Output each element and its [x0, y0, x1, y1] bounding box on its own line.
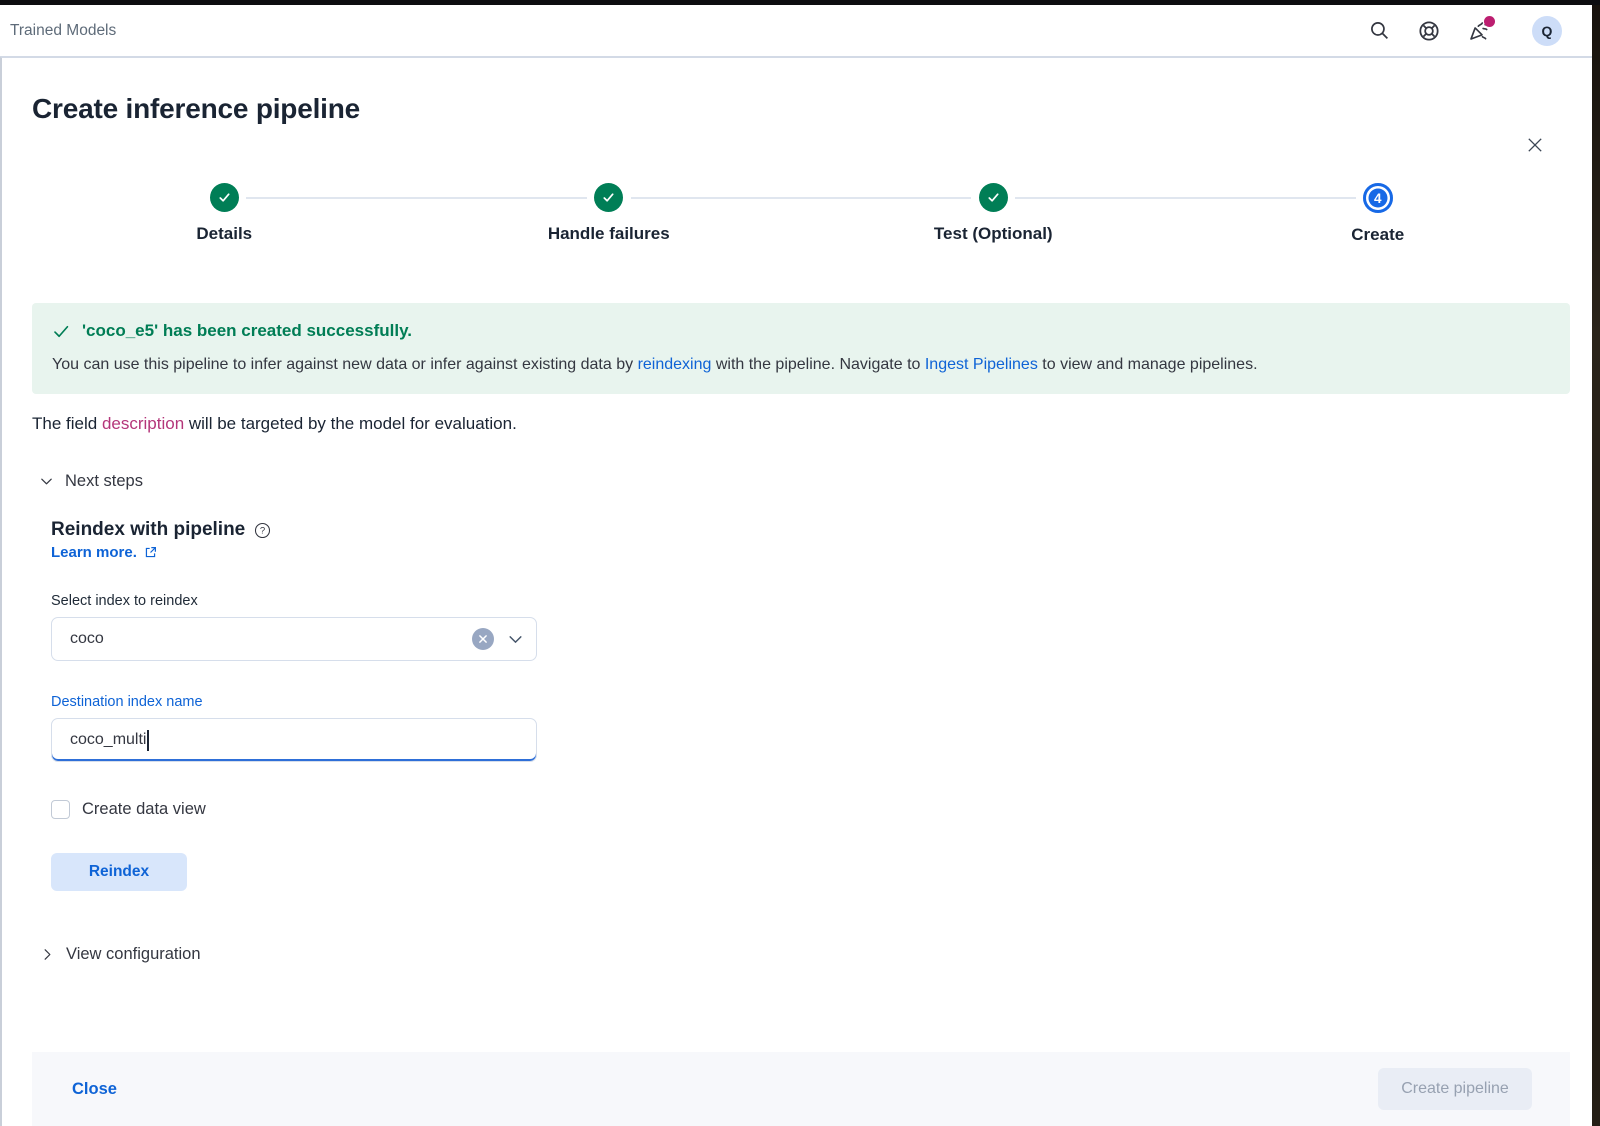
reindex-heading: Reindex with pipeline: [51, 519, 246, 540]
step-label: Test (Optional): [933, 224, 1053, 243]
target-field-name: description: [101, 414, 185, 433]
flyout-body: Create inference pipeline Details Handle…: [2, 58, 1600, 1126]
step-complete-icon: [209, 183, 239, 212]
create-inference-pipeline-flyout: Create inference pipeline Details Handle…: [0, 57, 1600, 1126]
step-create[interactable]: 4 Create: [1185, 183, 1571, 245]
next-steps-label: Next steps: [65, 472, 143, 490]
destination-index-input[interactable]: coco_multi: [51, 718, 537, 762]
create-data-view-row[interactable]: Create data view: [51, 800, 1570, 819]
create-pipeline-button[interactable]: Create pipeline: [1378, 1068, 1532, 1110]
ingest-pipelines-link[interactable]: Ingest Pipelines: [925, 356, 1038, 373]
learn-more-label: Learn more.: [51, 544, 137, 561]
reindex-section: Reindex with pipeline ? Learn more. Sele…: [51, 491, 1570, 891]
check-icon: [54, 325, 69, 337]
reindex-heading-row: Reindex with pipeline ?: [51, 519, 1570, 541]
callout-text: You can use this pipeline to infer again…: [52, 356, 638, 373]
search-icon[interactable]: [1368, 20, 1390, 42]
help-icon[interactable]: [1418, 20, 1440, 42]
target-text: The field: [32, 414, 102, 433]
step-test-optional[interactable]: Test (Optional): [801, 183, 1186, 245]
create-data-view-checkbox[interactable]: [51, 800, 70, 819]
callout-title-row: 'coco_e5' has been created successfully.: [52, 321, 1550, 341]
view-configuration-label: View configuration: [66, 945, 201, 963]
step-current-icon: 4: [1362, 183, 1393, 213]
chevron-down-icon: [41, 478, 52, 485]
view-configuration-accordion[interactable]: View configuration: [32, 945, 1570, 964]
target-text: will be targeted by the model for evalua…: [184, 414, 517, 433]
step-label: Handle failures: [547, 224, 670, 243]
select-index-label: Select index to reindex: [51, 593, 198, 609]
step-label: Create: [1351, 225, 1405, 244]
destination-index-value: coco_multi: [70, 731, 147, 748]
reindexing-link[interactable]: reindexing: [638, 356, 712, 373]
step-label: Details: [196, 224, 253, 243]
source-index-combobox[interactable]: coco: [51, 617, 537, 661]
target-field-text: The field description will be targeted b…: [32, 414, 1570, 434]
clear-selection-icon[interactable]: [472, 628, 494, 650]
combobox-selected-value: coco: [70, 630, 104, 647]
app-header: Trained Models Q: [0, 5, 1600, 57]
newsfeed-icon[interactable]: [1468, 15, 1495, 42]
destination-index-label: Destination index name: [51, 694, 203, 710]
svg-text:?: ?: [260, 525, 265, 536]
learn-more-link[interactable]: Learn more.: [51, 544, 157, 561]
external-link-icon: [145, 547, 156, 558]
chevron-right-icon: [44, 949, 51, 960]
step-handle-failures[interactable]: Handle failures: [416, 183, 802, 245]
callout-body: You can use this pipeline to infer again…: [52, 354, 1550, 376]
reindex-button[interactable]: Reindex: [51, 853, 187, 891]
avatar[interactable]: Q: [1532, 15, 1562, 46]
step-complete-icon: [978, 183, 1008, 212]
success-callout: 'coco_e5' has been created successfully.…: [32, 303, 1570, 394]
step-number: 4: [1373, 190, 1382, 206]
close-icon[interactable]: [1526, 136, 1544, 154]
next-steps-accordion[interactable]: Next steps: [32, 472, 1570, 491]
callout-text: to view and manage pipelines.: [1037, 356, 1258, 373]
window-top-edge: [0, 0, 1600, 5]
step-complete-icon: [594, 183, 624, 212]
create-data-view-label[interactable]: Create data view: [82, 800, 206, 819]
callout-title: 'coco_e5' has been created successfully.: [82, 321, 412, 340]
header-icons: Q: [1368, 15, 1562, 46]
callout-text: with the pipeline. Navigate to: [711, 356, 925, 373]
flyout-footer: Close Create pipeline: [32, 1052, 1570, 1126]
text-cursor: [147, 729, 149, 751]
question-in-circle-icon[interactable]: ?: [254, 522, 271, 539]
window-right-edge: [1592, 0, 1600, 1126]
page-title: Create inference pipeline: [32, 93, 361, 124]
chevron-down-icon[interactable]: [507, 631, 524, 648]
notification-badge: [1484, 15, 1495, 27]
step-indicator: Details Handle failures Test (Optional) …: [32, 183, 1570, 245]
step-details[interactable]: Details: [32, 183, 417, 245]
breadcrumb-trained-models[interactable]: Trained Models: [10, 22, 116, 40]
close-button[interactable]: Close: [72, 1080, 117, 1099]
